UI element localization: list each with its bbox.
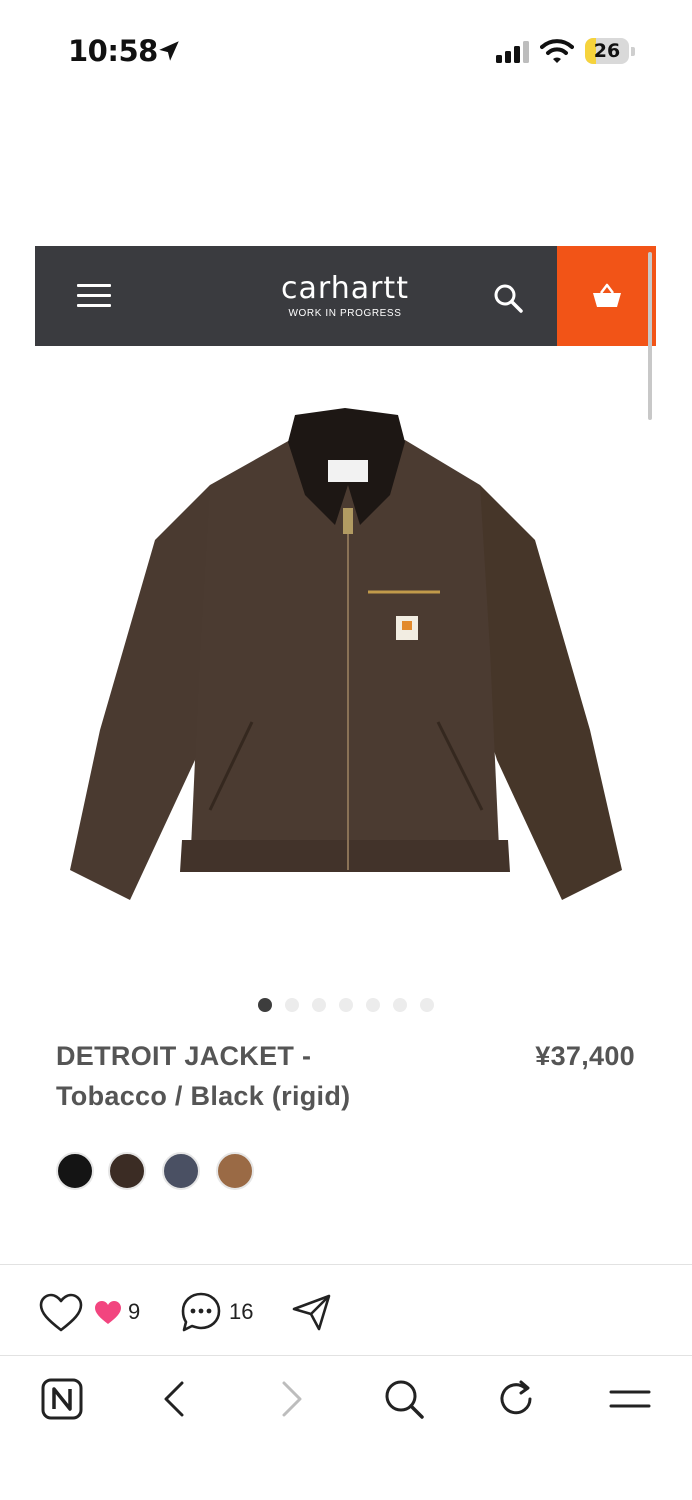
likes-count: 9: [128, 1299, 141, 1324]
carousel-dot[interactable]: [285, 998, 299, 1012]
battery-level: 26: [593, 40, 621, 62]
product-title: DETROIT JACKET - Tobacco / Black (rigid): [56, 1036, 456, 1116]
battery-icon: 26: [585, 38, 635, 64]
carousel-dot[interactable]: [258, 998, 272, 1012]
swatch-tobacco[interactable]: [108, 1152, 146, 1190]
cellular-signal-icon: [496, 41, 529, 63]
comments-count: 16: [229, 1299, 254, 1324]
comment-bubble-icon[interactable]: [180, 1291, 222, 1333]
search-icon[interactable]: [492, 282, 524, 314]
page-scrollbar[interactable]: [648, 252, 652, 420]
brand-name: carhartt: [281, 271, 409, 306]
browser-bottom-nav: [0, 1357, 692, 1500]
search-icon[interactable]: [382, 1377, 426, 1421]
app-logo-n-icon[interactable]: [40, 1377, 84, 1421]
back-arrow-icon[interactable]: [154, 1377, 198, 1421]
product-title-line2: Tobacco / Black (rigid): [56, 1081, 351, 1111]
product-image[interactable]: [60, 400, 632, 920]
heart-outline-icon[interactable]: [38, 1292, 84, 1334]
jacket-photo: [70, 408, 622, 900]
product-price: ¥37,400: [535, 1041, 635, 1071]
carousel-dot[interactable]: [339, 998, 353, 1012]
forward-arrow-icon[interactable]: [268, 1377, 312, 1421]
carousel-dot[interactable]: [393, 998, 407, 1012]
swatch-black[interactable]: [56, 1152, 94, 1190]
brand-tagline: WORK IN PROGRESS: [288, 308, 402, 319]
carousel-dot[interactable]: [312, 998, 326, 1012]
site-header: carhartt WORK IN PROGRESS: [35, 246, 656, 346]
carousel-dot[interactable]: [366, 998, 380, 1012]
brand-logo[interactable]: carhartt WORK IN PROGRESS: [245, 271, 445, 320]
heart-filled-icon: [95, 1301, 121, 1324]
status-time: 10:58: [68, 34, 158, 68]
swatch-hamilton-brown[interactable]: [216, 1152, 254, 1190]
reload-icon[interactable]: [495, 1377, 539, 1421]
location-arrow-icon: [159, 41, 179, 61]
wifi-icon: [540, 39, 574, 63]
swatch-navy[interactable]: [162, 1152, 200, 1190]
shopping-basket-icon: [593, 283, 621, 307]
cart-button[interactable]: [557, 246, 656, 346]
social-bar: 9 16: [0, 1264, 692, 1356]
share-paper-plane-icon[interactable]: [292, 1293, 332, 1331]
carousel-dot[interactable]: [420, 998, 434, 1012]
status-bar: 10:58 26: [0, 0, 692, 100]
menu-icon[interactable]: [608, 1377, 652, 1421]
product-title-line1: DETROIT JACKET -: [56, 1041, 312, 1071]
hamburger-menu-icon[interactable]: [77, 284, 111, 308]
